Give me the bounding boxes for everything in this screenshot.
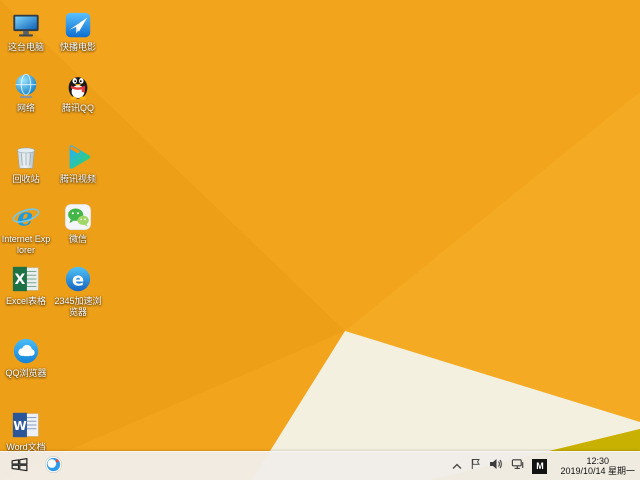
pinned-browser-button[interactable] bbox=[38, 452, 68, 480]
desktop-icon-tencent-video[interactable]: 腾讯视频 bbox=[53, 142, 103, 185]
ime-indicator[interactable]: M bbox=[532, 458, 548, 474]
start-button[interactable] bbox=[0, 452, 38, 480]
desktop-icon-label: 回收站 bbox=[12, 174, 40, 184]
desktop-icon-internet-explorer[interactable]: e Internet Explorer bbox=[1, 202, 51, 255]
desktop-icon-excel[interactable]: X Excel表格 bbox=[1, 264, 51, 307]
qq-browser-cloud-icon bbox=[11, 336, 41, 366]
desktop-icon-2345-browser[interactable]: e 2345加速浏览器 bbox=[53, 264, 103, 317]
desktop-icon-wechat[interactable]: 微信 bbox=[53, 202, 103, 245]
desktop-icon-label: 快播电影 bbox=[59, 42, 96, 52]
desktop-icon-qq-browser[interactable]: QQ浏览器 bbox=[1, 336, 51, 379]
desktop-icon-label: Excel表格 bbox=[5, 296, 46, 306]
desktop-icon-label: 这台电脑 bbox=[7, 42, 44, 52]
recycle-bin-icon bbox=[11, 142, 41, 172]
svg-text:W: W bbox=[13, 419, 27, 433]
desktop-icon-label: 网络 bbox=[16, 103, 35, 113]
tencent-video-play-icon bbox=[63, 142, 93, 172]
pinned-browser-icon bbox=[44, 455, 63, 477]
2345-browser-icon: e bbox=[63, 264, 93, 294]
svg-text:X: X bbox=[14, 272, 25, 288]
svg-text:e: e bbox=[17, 202, 33, 231]
desktop-icon-this-pc[interactable]: 这台电脑 bbox=[1, 10, 51, 53]
clock-time: 12:30 bbox=[586, 456, 609, 466]
action-center-button[interactable] bbox=[470, 457, 481, 475]
network-button[interactable] bbox=[511, 457, 524, 475]
windows-logo-icon bbox=[11, 457, 28, 475]
desktop-icon-label: 腾讯视频 bbox=[59, 174, 96, 184]
network-globe-icon bbox=[11, 71, 41, 101]
taskbar: M 12:30 2019/10/14 星期一 bbox=[0, 451, 640, 480]
desktop-icon-recycle-bin[interactable]: 回收站 bbox=[1, 142, 51, 185]
chevron-up-icon bbox=[452, 457, 462, 475]
desktop: 这台电脑 网络 回收站 e Internet Explorer X Excel表… bbox=[0, 0, 640, 480]
desktop-icon-network[interactable]: 网络 bbox=[1, 71, 51, 114]
desktop-icon-label: 2345加速浏览器 bbox=[54, 296, 102, 317]
network-status-icon bbox=[511, 457, 524, 475]
internet-explorer-icon: e bbox=[11, 202, 41, 232]
desktop-icon-kuaibo-movie[interactable]: 快播电影 bbox=[53, 10, 103, 53]
desktop-icon-label: 腾讯QQ bbox=[61, 103, 94, 113]
kuaibo-player-icon bbox=[63, 10, 93, 40]
volume-button[interactable] bbox=[489, 457, 503, 475]
qq-penguin-icon bbox=[63, 71, 93, 101]
desktop-icon-word[interactable]: W Word文档 bbox=[1, 410, 51, 453]
speaker-icon bbox=[489, 457, 503, 475]
excel-icon: X bbox=[11, 264, 41, 294]
this-pc-icon bbox=[11, 10, 41, 40]
taskbar-clock[interactable]: 12:30 2019/10/14 星期一 bbox=[560, 456, 635, 476]
desktop-icon-label: QQ浏览器 bbox=[5, 368, 47, 378]
desktop-icon-label: Internet Explorer bbox=[1, 234, 51, 255]
desktop-icon-label: 微信 bbox=[68, 234, 87, 244]
clock-date: 2019/10/14 星期一 bbox=[560, 466, 635, 476]
show-hidden-icons-button[interactable] bbox=[452, 457, 462, 475]
action-center-flag-icon bbox=[470, 457, 481, 475]
desktop-icon-tencent-qq[interactable]: 腾讯QQ bbox=[53, 71, 103, 114]
word-icon: W bbox=[11, 410, 41, 440]
svg-text:e: e bbox=[72, 270, 84, 291]
system-tray: M 12:30 2019/10/14 星期一 bbox=[452, 456, 640, 476]
wechat-icon bbox=[63, 202, 93, 232]
